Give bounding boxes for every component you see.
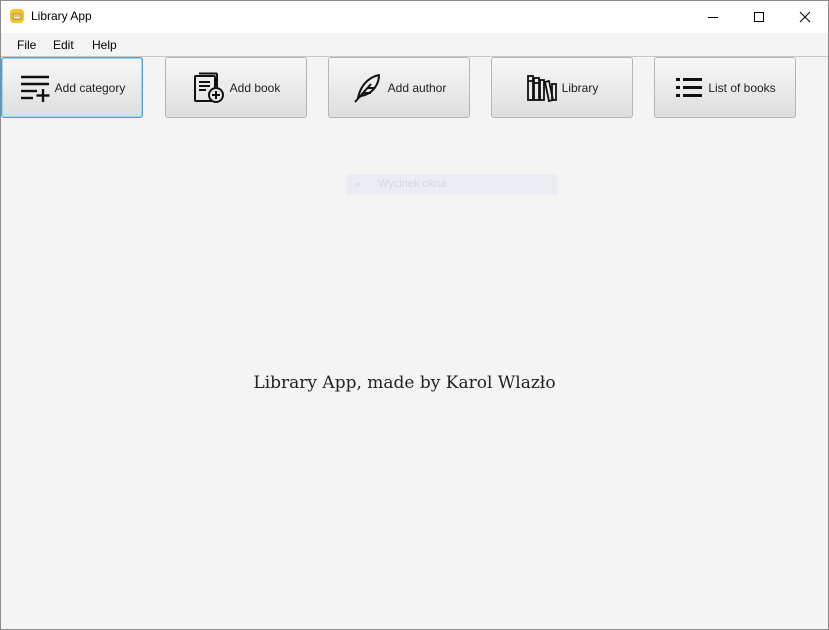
add-book-button[interactable]: Add book xyxy=(165,57,307,118)
list-of-books-button[interactable]: List of books xyxy=(654,57,796,118)
library-icon xyxy=(526,74,557,102)
menu-file[interactable]: File xyxy=(17,38,36,52)
credit-text: Library App, made by Karol Wlazło xyxy=(253,373,556,393)
list-icon xyxy=(676,77,703,97)
minimize-button[interactable] xyxy=(690,1,736,33)
snip-icon xyxy=(355,182,360,187)
list-of-books-label: List of books xyxy=(708,80,776,95)
minimize-icon xyxy=(708,17,718,18)
menu-help[interactable]: Help xyxy=(92,38,117,52)
feather-icon xyxy=(353,73,380,103)
app-icon xyxy=(9,8,25,24)
add-author-button[interactable]: Add author xyxy=(328,57,470,118)
add-category-icon xyxy=(20,75,50,102)
title-bar: Library App xyxy=(1,1,828,33)
add-book-icon xyxy=(193,72,224,103)
close-button[interactable] xyxy=(782,1,828,33)
snip-label: Wycinek okna xyxy=(378,178,447,190)
maximize-button[interactable] xyxy=(736,1,782,33)
menu-edit[interactable]: Edit xyxy=(53,38,74,52)
add-author-label: Add author xyxy=(387,80,447,95)
window-title: Library App xyxy=(31,9,92,23)
add-category-label: Add category xyxy=(54,80,126,95)
add-book-label: Add book xyxy=(229,80,281,95)
snip-overlay: Wycinek okna xyxy=(346,174,558,195)
add-category-button[interactable]: Add category xyxy=(1,57,143,118)
app-window: Library App File Edit Help Add category … xyxy=(0,0,829,630)
maximize-icon xyxy=(754,12,764,22)
library-button[interactable]: Library xyxy=(491,57,633,118)
close-icon xyxy=(799,11,811,23)
menu-bar: File Edit Help xyxy=(1,33,828,57)
library-label: Library xyxy=(561,80,599,95)
